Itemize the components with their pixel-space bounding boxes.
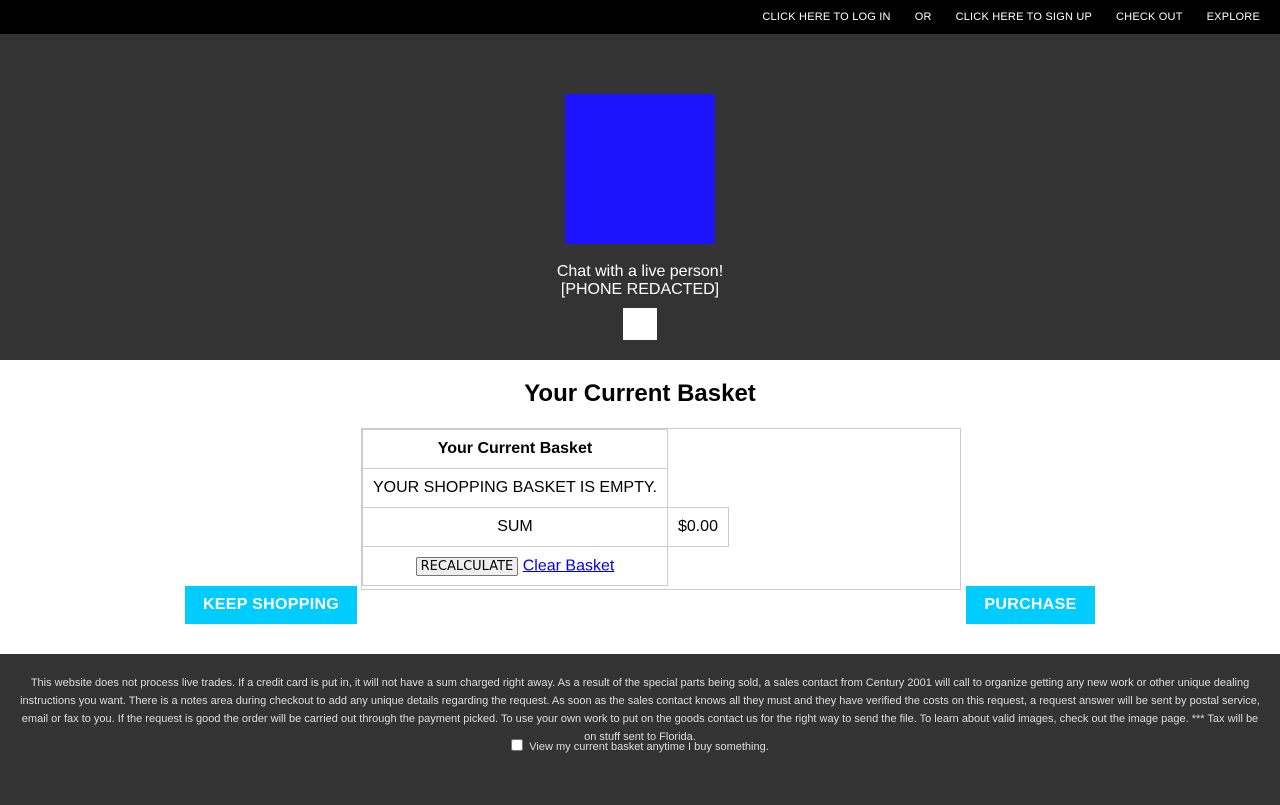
table-row: YOUR SHOPPING BASKET IS EMPTY. bbox=[362, 468, 729, 508]
recalculate-button[interactable]: RECALCULATE bbox=[415, 556, 519, 576]
phone-number: [PHONE REDACTED] bbox=[560, 281, 720, 298]
top-nav-bar: CLICK HERE TO LOG IN OR CLICK HERE TO SI… bbox=[0, 0, 1280, 34]
basket-preference: View my current basket anytime I buy som… bbox=[0, 738, 1280, 756]
sum-value: $0.00 bbox=[666, 507, 729, 547]
checkout-link[interactable]: CHECK OUT bbox=[1104, 0, 1195, 34]
explore-link[interactable]: EXPLORE bbox=[1195, 0, 1272, 34]
purchase-button[interactable]: PURCHASE bbox=[966, 586, 1095, 624]
footer: This website does not process live trade… bbox=[0, 654, 1280, 805]
live-chat-text: Chat with a live person! bbox=[556, 263, 724, 280]
signup-link[interactable]: CLICK HERE TO SIGN UP bbox=[944, 0, 1104, 34]
top-nav: CLICK HERE TO LOG IN OR CLICK HERE TO SI… bbox=[750, 0, 1272, 34]
view-basket-checkbox[interactable] bbox=[511, 739, 524, 751]
keep-shopping-button[interactable]: KEEP SHOPPING bbox=[185, 586, 357, 624]
or-separator: OR bbox=[914, 11, 932, 23]
hero-header: Chat with a live person! [PHONE REDACTED… bbox=[0, 34, 1280, 360]
view-basket-checkbox-label[interactable]: View my current basket anytime I buy som… bbox=[529, 741, 768, 753]
chat-icon[interactable] bbox=[623, 308, 657, 340]
basket-table-header: Your Current Basket bbox=[362, 429, 668, 469]
empty-basket-message: YOUR SHOPPING BASKET IS EMPTY. bbox=[362, 468, 668, 508]
logo-image[interactable] bbox=[565, 94, 715, 244]
footer-notice: This website does not process live trade… bbox=[20, 677, 1260, 743]
live-chat-info: Chat with a live person! [PHONE REDACTED… bbox=[0, 263, 1280, 299]
table-header-row: Your Current Basket bbox=[362, 429, 729, 469]
page-title: Your Current Basket bbox=[524, 380, 756, 407]
login-link[interactable]: CLICK HERE TO LOG IN bbox=[750, 0, 902, 34]
sum-label: SUM bbox=[362, 507, 668, 547]
basket-actions: RECALCULATE Clear Basket bbox=[362, 546, 668, 586]
clear-basket-link[interactable]: Clear Basket bbox=[523, 557, 615, 574]
sum-row: SUM $0.00 bbox=[362, 507, 729, 547]
basket-table: Your Current Basket YOUR SHOPPING BASKET… bbox=[362, 429, 729, 586]
actions-row: RECALCULATE Clear Basket bbox=[362, 546, 729, 586]
